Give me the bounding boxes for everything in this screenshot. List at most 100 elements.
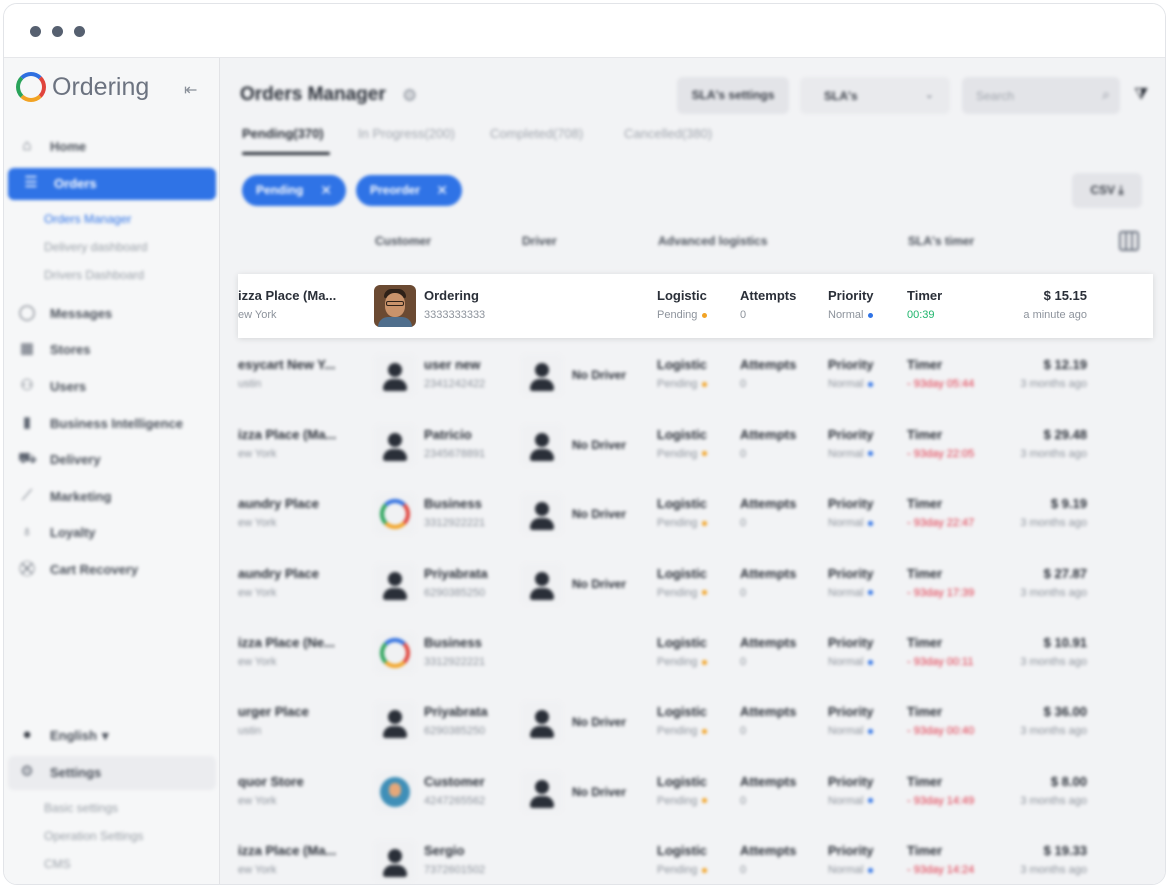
gear-icon[interactable]: ⚙	[402, 86, 417, 106]
filter-icon[interactable]: ⧩	[1134, 86, 1148, 104]
attempts-value: 0	[740, 794, 747, 807]
close-icon[interactable]: ✕	[436, 175, 448, 206]
order-total: $ 8.00	[1050, 773, 1087, 789]
sidebar-item-label: Users	[50, 379, 87, 394]
tab-cancelled[interactable]: Cancelled(380)	[624, 126, 712, 141]
customer-phone: 3333333333	[424, 309, 486, 321]
status-dot	[702, 381, 708, 387]
tab-in-progress[interactable]: In Progress(200)	[358, 126, 455, 141]
timer-label: Timer	[907, 426, 943, 442]
table-row[interactable]: izza Place (Ma... ew York Ordering 33333333…	[238, 274, 1153, 338]
sidebar-item-marketing[interactable]: ⟋ Marketing	[4, 481, 220, 513]
logistic-status: Pending	[657, 587, 708, 599]
globe-icon: ●	[22, 726, 32, 743]
sidebar-item-business-intelligence[interactable]: ▮ Business Intelligence	[4, 408, 220, 440]
language-label: English	[50, 728, 97, 743]
sidebar-subitem-operation-settings[interactable]: Operation Settings	[44, 829, 143, 843]
priority-dot	[868, 590, 874, 596]
tab-pending[interactable]: Pending(370)	[242, 126, 324, 141]
close-icon[interactable]: ✕	[320, 175, 332, 206]
table-row[interactable]: esycart New Y... ustin user new 2341242422 N…	[238, 343, 1153, 407]
timer-label: Timer	[907, 843, 943, 859]
priority-label: Priority	[828, 843, 874, 859]
filter-chip-preorder[interactable]: Preorder ✕	[356, 175, 462, 206]
sidebar-item-label: Orders	[54, 176, 97, 191]
column-header-logistics: Advanced logistics	[658, 234, 768, 248]
sidebar-item-users[interactable]: ⚇ Users	[4, 371, 220, 403]
filter-chip-pending[interactable]: Pending ✕	[242, 175, 346, 206]
table-row[interactable]: izza Place (Ne... ew York Business 33129222…	[238, 621, 1153, 685]
table-row[interactable]: urger Place ustin Priyabrata 6290385250 No D…	[238, 690, 1153, 754]
priority-label: Priority	[828, 496, 874, 512]
attempts-value: 0	[740, 586, 747, 599]
business-city: ew York	[238, 794, 277, 807]
sidebar-item-home[interactable]: ⌂ Home	[4, 131, 220, 163]
attempts-label: Attempts	[740, 565, 797, 581]
sidebar-subitem-cms[interactable]: CMS	[44, 857, 71, 871]
priority-dot	[868, 867, 874, 873]
sidebar-subitem-delivery-dashboard[interactable]: Delivery dashboard	[44, 240, 147, 254]
sidebar-item-loyalty[interactable]: ♁ Loyalty	[4, 517, 220, 549]
timer-label: Timer	[907, 496, 943, 512]
sidebar-item-label: Marketing	[50, 489, 112, 504]
list-icon: ☰	[24, 174, 38, 191]
table-row[interactable]: aundry Place ew York Business 3312922221 No …	[238, 482, 1153, 546]
csv-export-button[interactable]: CSV ⤓	[1072, 173, 1142, 208]
customer-phone: 2341242422	[424, 378, 486, 391]
page-title: Orders Manager	[240, 84, 386, 105]
store-icon: ▦	[19, 340, 35, 357]
logistic-label: Logistic	[657, 843, 707, 859]
chip-label: Preorder	[370, 183, 421, 197]
search-input[interactable]: Search ⌕	[962, 77, 1120, 114]
logistic-status: Pending	[657, 656, 708, 668]
search-placeholder: Search	[976, 89, 1015, 103]
priority-dot	[868, 659, 874, 665]
language-selector[interactable]: ● English ▾	[4, 720, 220, 752]
sidebar-item-stores[interactable]: ▦ Stores	[4, 334, 220, 366]
priority-dot	[868, 312, 874, 318]
sla-settings-button[interactable]: SLA's settings	[677, 77, 789, 114]
driver-name: No Driver	[572, 507, 627, 522]
order-time-ago: a minute ago	[1023, 309, 1087, 321]
business-city: ustin	[238, 725, 262, 738]
sidebar-item-label: Settings	[50, 765, 102, 780]
table-row[interactable]: quor Store ew York Customer 4247265562 No Dr…	[238, 760, 1153, 824]
sidebar-item-label: Cart Recovery	[50, 562, 139, 577]
chevron-down-icon: ▾	[102, 728, 109, 743]
chevron-down-icon: ⌄	[924, 89, 934, 101]
sidebar-item-settings[interactable]: ⚙ Settings	[4, 757, 220, 789]
attempts-label: Attempts	[740, 357, 797, 373]
customer-phone: 4247265562	[424, 794, 486, 807]
columns-icon[interactable]	[1119, 231, 1139, 251]
priority-label: Priority	[828, 773, 874, 789]
sidebar: Ordering ⇤ ⌂ Home ☰ Orders ◯ Messages ▦ Stores ⚇…	[4, 58, 220, 884]
customer-avatar	[374, 770, 416, 813]
sla-select-value: SLA's	[824, 89, 858, 103]
sidebar-item-delivery[interactable]: ⛟ Delivery	[4, 444, 220, 476]
table-row[interactable]: aundry Place ew York Priyabrata 6290385250 N…	[238, 552, 1153, 616]
logistic-status: Pending	[657, 517, 708, 529]
attempts-label: Attempts	[740, 288, 797, 303]
sidebar-subitem-basic-settings[interactable]: Basic settings	[44, 801, 118, 815]
sidebar-item-orders[interactable]: ☰ Orders	[8, 168, 216, 200]
customer-avatar	[374, 285, 416, 327]
user-icon	[374, 840, 416, 883]
order-total: $ 36.00	[1043, 704, 1087, 720]
tab-completed[interactable]: Completed(708)	[490, 126, 583, 141]
sidebar-subitem-orders-manager[interactable]: Orders Manager	[44, 212, 131, 226]
table-row[interactable]: izza Place (Ma... ew York Sergio 7372601502…	[238, 829, 1153, 884]
logo-ring-icon	[16, 72, 46, 102]
sidebar-subitem-drivers-dashboard[interactable]: Drivers Dashboard	[44, 268, 144, 282]
sidebar-item-messages[interactable]: ◯ Messages	[4, 298, 220, 330]
sidebar-item-cart-recovery[interactable]: ⛒ Cart Recovery	[4, 554, 220, 586]
sla-select[interactable]: SLA's ⌄	[800, 77, 950, 114]
status-dot	[702, 798, 708, 804]
logistic-status: Pending	[657, 309, 708, 321]
table-row[interactable]: izza Place (Ma... ew York Patricio 23456788…	[238, 413, 1153, 477]
sidebar-item-label: Delivery	[50, 452, 101, 467]
order-total: $ 12.19	[1043, 357, 1087, 373]
column-header-driver: Driver	[522, 234, 557, 248]
attempts-value: 0	[740, 447, 747, 460]
collapse-sidebar-icon[interactable]: ⇤	[184, 80, 197, 100]
window-dot-icon	[52, 26, 63, 37]
